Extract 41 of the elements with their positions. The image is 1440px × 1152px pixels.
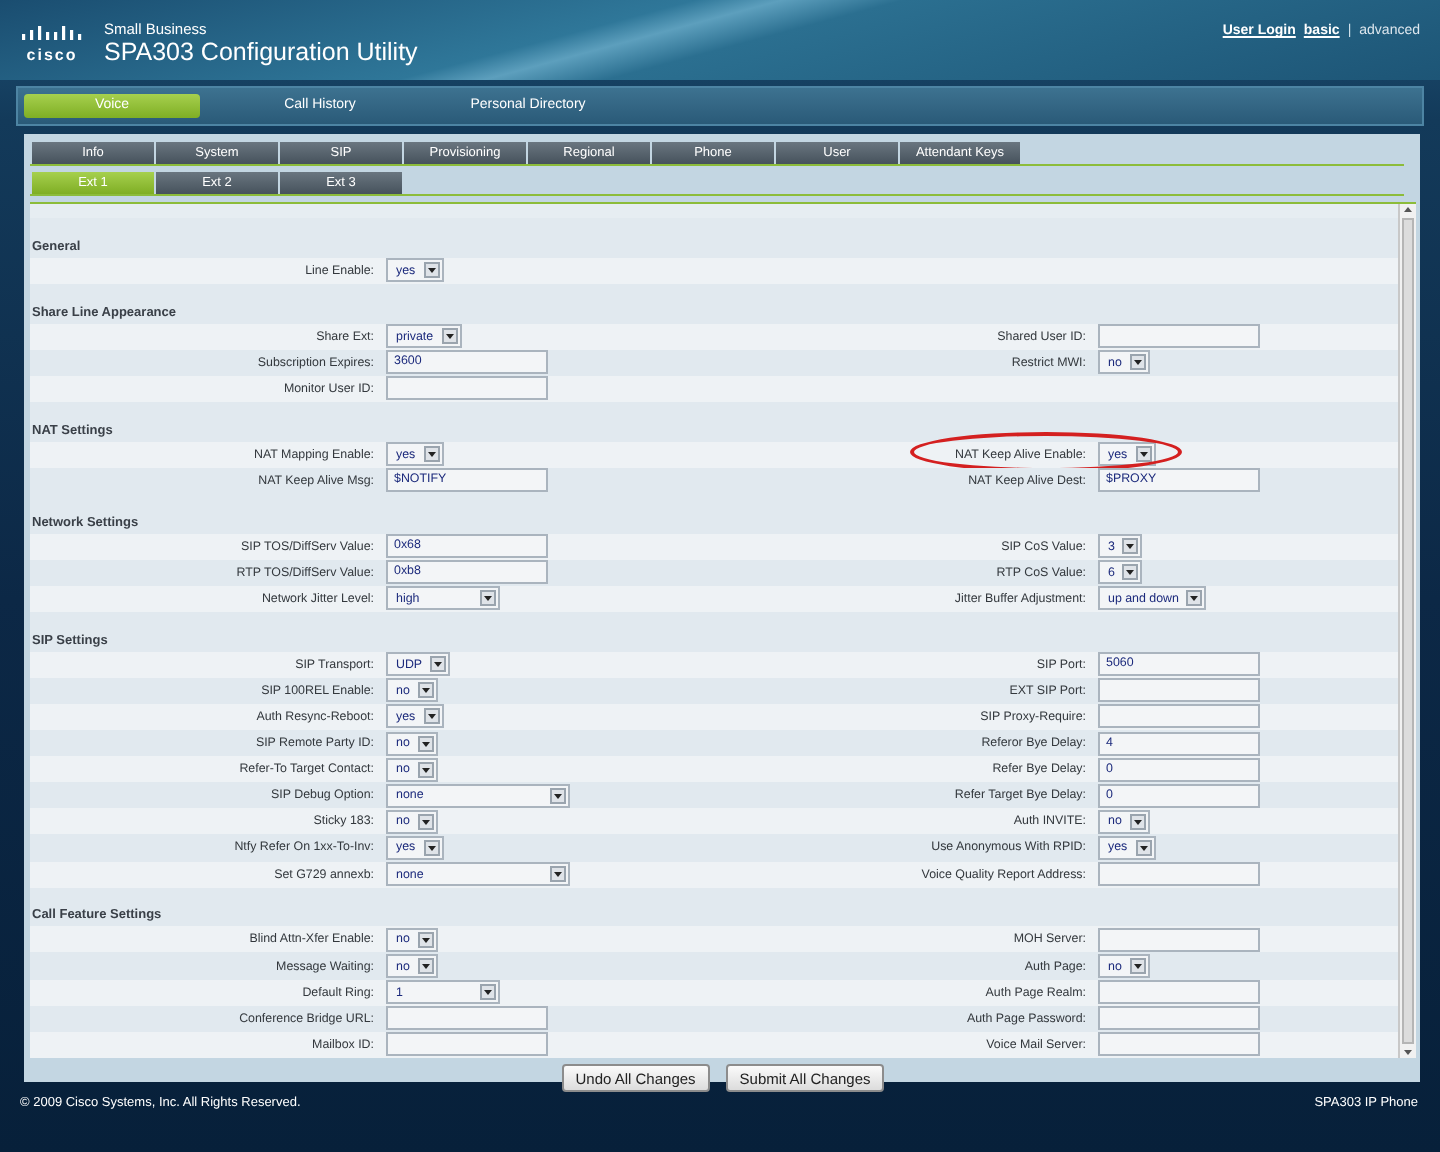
dropdown-arrow-icon [480, 984, 496, 1001]
input-field[interactable] [1098, 980, 1260, 1005]
dropdown-arrow-icon [1129, 813, 1146, 830]
logo-wordmark: cisco [26, 46, 78, 64]
input-field[interactable] [1098, 324, 1260, 349]
dropdown-arrow-icon [417, 761, 434, 778]
dropdown-arrow-icon [1129, 354, 1146, 371]
dropdown-arrow-icon [1186, 590, 1203, 607]
scroll-down-icon[interactable] [1400, 1046, 1416, 1058]
dropdown-arrow-icon [441, 328, 458, 345]
scrollbar[interactable] [1398, 204, 1416, 1058]
input-field[interactable] [1098, 1032, 1260, 1057]
logo-bars-icon [22, 26, 82, 46]
dropdown-arrow-icon [423, 708, 440, 725]
scroll-up-icon[interactable] [1400, 204, 1416, 216]
input-field[interactable] [1098, 678, 1260, 703]
app-title: SPA303 Configuration Utility [104, 38, 418, 66]
dropdown-arrow-icon [480, 590, 496, 607]
input-field[interactable] [1098, 704, 1260, 729]
input-field[interactable] [386, 376, 548, 401]
input-field[interactable] [386, 1006, 548, 1031]
dropdown-arrow-icon [1122, 564, 1139, 581]
input-field[interactable] [1098, 1006, 1260, 1031]
dropdown-arrow-icon [550, 866, 566, 883]
dropdown-arrow-icon [423, 446, 440, 463]
dropdown-arrow-icon [1135, 839, 1152, 856]
dropdown-arrow-icon [1129, 958, 1146, 975]
dropdown-arrow-icon [430, 656, 447, 673]
dropdown-arrow-icon [417, 682, 434, 699]
dropdown-arrow-icon [550, 787, 566, 804]
dropdown-arrow-icon [417, 735, 434, 752]
input-field[interactable] [386, 1032, 548, 1057]
dropdown-arrow-icon [417, 931, 434, 948]
dropdown-arrow-icon [423, 839, 440, 856]
dropdown-arrow-icon [1122, 538, 1139, 555]
dropdown-arrow-icon [1135, 446, 1152, 463]
input-field[interactable] [1098, 927, 1260, 952]
dropdown-arrow-icon [417, 813, 434, 830]
input-field[interactable] [1098, 862, 1260, 887]
dropdown-arrow-icon [423, 262, 440, 279]
dropdown-arrow-icon [417, 958, 434, 975]
